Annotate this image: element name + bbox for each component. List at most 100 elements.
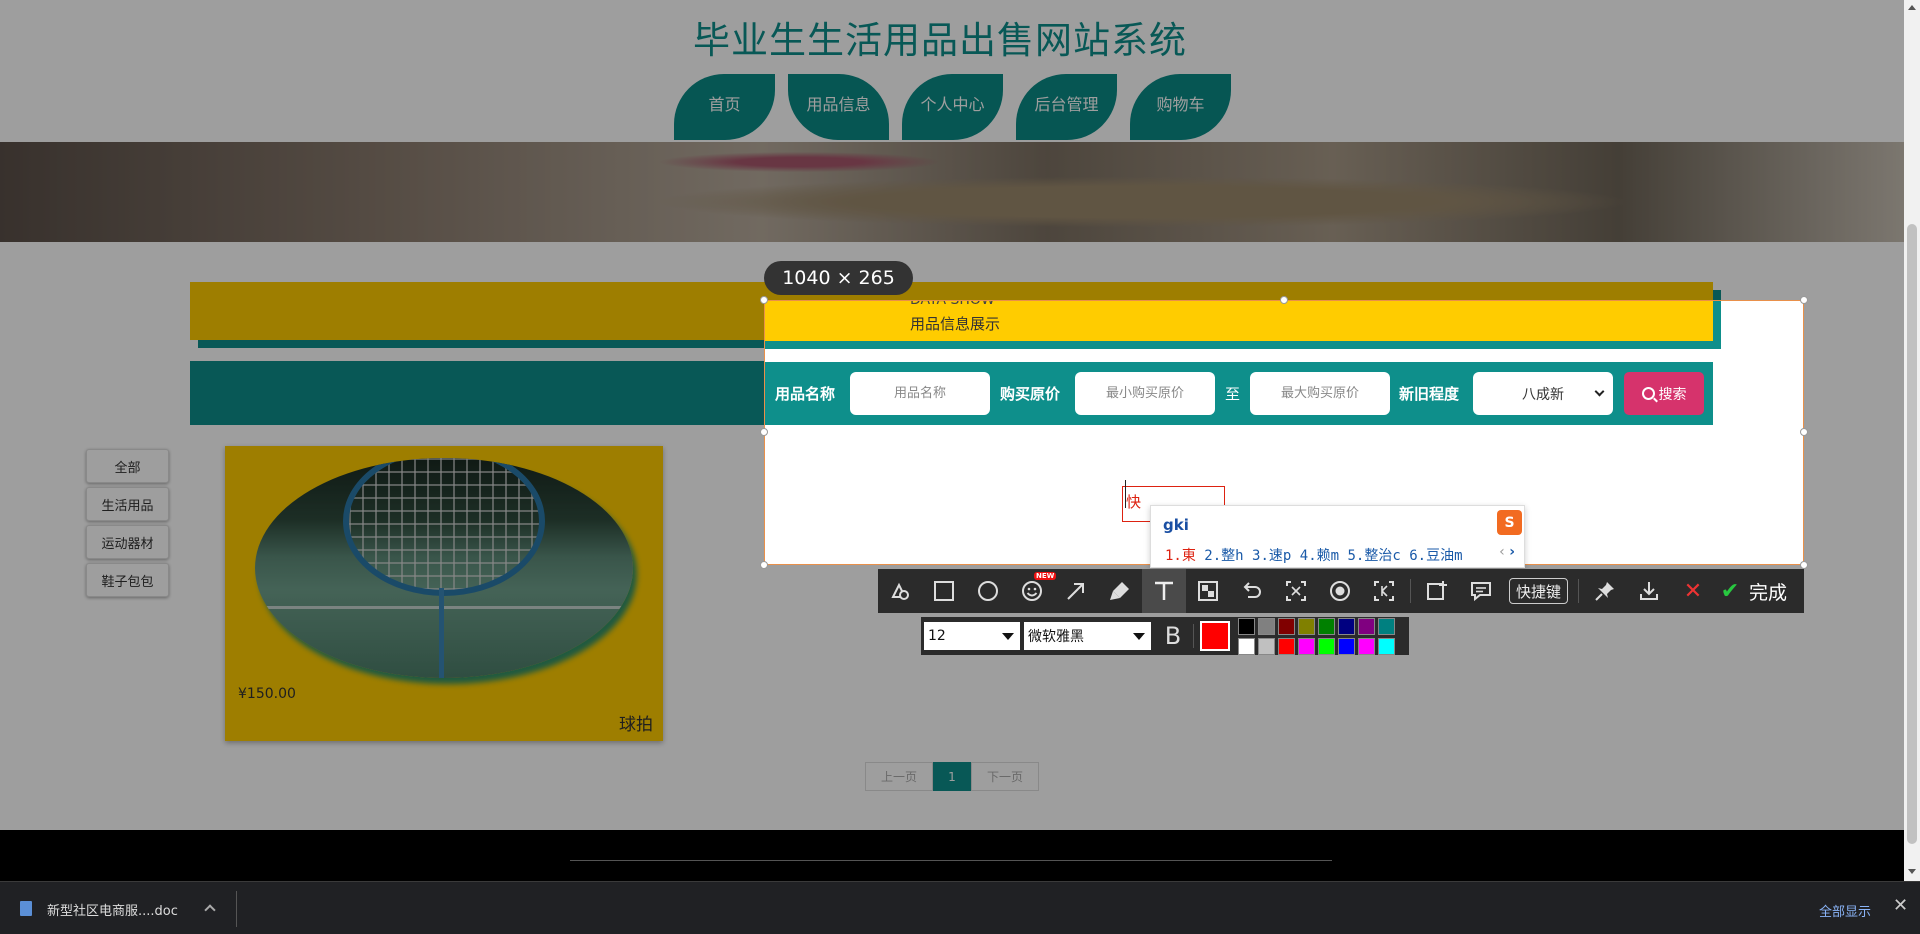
toolbar-separator bbox=[1578, 579, 1580, 603]
download-bar: 新型社区电商服....doc 全部显示 ✕ bbox=[0, 881, 1920, 934]
color-swatch[interactable] bbox=[1298, 637, 1315, 655]
search-bar: 用品名称 购买原价 至 新旧程度 八成新 搜索 bbox=[765, 362, 1713, 425]
ime-candidate[interactable]: 3.速p bbox=[1252, 548, 1291, 564]
condition-label: 新旧程度 bbox=[1399, 385, 1460, 403]
condition-select[interactable]: 八成新 bbox=[1473, 372, 1613, 415]
marker-tool-icon[interactable] bbox=[1098, 569, 1142, 613]
ime-candidate[interactable]: 4.赖m bbox=[1300, 548, 1339, 564]
download-divider bbox=[236, 891, 237, 927]
ime-candidate[interactable]: 1.東 bbox=[1165, 548, 1196, 564]
scrollbar-thumb[interactable] bbox=[1907, 224, 1917, 844]
search-icon bbox=[1641, 387, 1655, 400]
toolbar-separator bbox=[1193, 624, 1194, 648]
color-swatch[interactable] bbox=[1318, 617, 1335, 635]
resize-handle-t[interactable] bbox=[1280, 296, 1288, 304]
ellipse-tool-icon[interactable] bbox=[966, 569, 1010, 613]
chevron-up-icon[interactable] bbox=[204, 904, 216, 916]
ime-page-arrows[interactable]: ‹ › bbox=[1499, 544, 1515, 560]
ime-candidate[interactable]: 6.豆油m bbox=[1409, 548, 1462, 564]
max-price-input[interactable] bbox=[1250, 372, 1390, 415]
selection-size-badge: 1040 × 265 bbox=[764, 261, 913, 295]
color-swatch[interactable] bbox=[1278, 617, 1295, 635]
undo-icon[interactable] bbox=[1230, 569, 1274, 613]
color-swatch[interactable] bbox=[1238, 617, 1255, 635]
font-family-select[interactable]: 微软雅黑 bbox=[1024, 622, 1151, 650]
resize-handle-tl[interactable] bbox=[760, 296, 768, 304]
download-icon[interactable] bbox=[1627, 569, 1671, 613]
close-icon[interactable]: ✕ bbox=[1893, 895, 1908, 916]
color-swatch[interactable] bbox=[1358, 637, 1375, 655]
min-price-input[interactable] bbox=[1075, 372, 1215, 415]
resize-handle-l[interactable] bbox=[760, 428, 768, 436]
dropdown-arrow-icon bbox=[1002, 633, 1014, 640]
document-icon bbox=[20, 901, 32, 916]
add-canvas-icon[interactable] bbox=[1415, 569, 1459, 613]
text-cursor bbox=[1125, 480, 1126, 508]
color-swatch[interactable] bbox=[1338, 637, 1355, 655]
name-input[interactable] bbox=[850, 372, 990, 415]
emoji-tool-icon[interactable]: NEW bbox=[1010, 569, 1057, 613]
color-swatch[interactable] bbox=[1258, 617, 1275, 635]
page-scrollbar[interactable] bbox=[1904, 0, 1920, 881]
resize-handle-br[interactable] bbox=[1800, 561, 1808, 569]
section-header-shadow-edge bbox=[1713, 301, 1721, 349]
font-family-value: 微软雅黑 bbox=[1028, 629, 1084, 645]
chevron-down-icon bbox=[1594, 386, 1605, 397]
shape-tool-icon[interactable] bbox=[878, 569, 922, 613]
pin-icon[interactable] bbox=[1583, 569, 1627, 613]
current-color-swatch[interactable] bbox=[1200, 621, 1230, 651]
ime-candidate[interactable]: 5.整治c bbox=[1348, 548, 1401, 564]
font-size-select[interactable]: 12 bbox=[924, 622, 1020, 650]
ime-candidate[interactable]: 2.整h bbox=[1204, 548, 1243, 564]
arrow-tool-icon[interactable] bbox=[1054, 569, 1098, 613]
capture-toolbar: NEW 快捷键 ✕ ✔ 完成 bbox=[878, 569, 1804, 613]
download-filename[interactable]: 新型社区电商服....doc bbox=[47, 900, 178, 919]
resize-handle-tr[interactable] bbox=[1800, 296, 1808, 304]
color-swatch[interactable] bbox=[1258, 637, 1275, 655]
section-title-en: DATA SHOW bbox=[910, 300, 995, 308]
name-label: 用品名称 bbox=[775, 385, 836, 403]
bold-toggle[interactable]: B bbox=[1155, 622, 1191, 650]
done-button[interactable]: 完成 bbox=[1749, 578, 1787, 605]
confirm-check-icon[interactable]: ✔ bbox=[1715, 569, 1745, 613]
color-swatch[interactable] bbox=[1298, 617, 1315, 635]
ime-candidate-window: gki S 1.東 2.整h 3.速p 4.赖m 5.整治c 6.豆油m ‹ › bbox=[1150, 505, 1525, 568]
section-header-shadow bbox=[765, 341, 1721, 349]
long-screenshot-icon[interactable] bbox=[1362, 569, 1406, 613]
color-swatch[interactable] bbox=[1358, 617, 1375, 635]
section-header-bar-bright bbox=[765, 301, 1713, 341]
ime-candidate-list: 1.東 2.整h 3.速p 4.赖m 5.整治c 6.豆油m bbox=[1165, 545, 1463, 565]
color-swatch[interactable] bbox=[1238, 637, 1255, 655]
color-swatch[interactable] bbox=[1338, 617, 1355, 635]
comment-icon[interactable] bbox=[1459, 569, 1503, 613]
ime-composition: gki bbox=[1163, 516, 1189, 534]
color-swatch[interactable] bbox=[1278, 637, 1295, 655]
color-swatch[interactable] bbox=[1378, 617, 1395, 635]
condition-value: 八成新 bbox=[1522, 386, 1564, 403]
text-tool-options: 12 微软雅黑 B bbox=[921, 617, 1409, 655]
resize-handle-r[interactable] bbox=[1800, 428, 1808, 436]
ime-logo-icon[interactable]: S bbox=[1497, 510, 1522, 535]
scroll-up-arrow-icon[interactable] bbox=[1908, 5, 1916, 10]
text-annotation-content: 快 bbox=[1126, 493, 1142, 511]
show-all-downloads-link[interactable]: 全部显示 bbox=[1819, 901, 1871, 920]
resize-handle-bl[interactable] bbox=[760, 561, 768, 569]
rectangle-tool-icon[interactable] bbox=[922, 569, 966, 613]
color-swatch[interactable] bbox=[1318, 637, 1335, 655]
search-button-label: 搜索 bbox=[1658, 386, 1687, 403]
color-swatch[interactable] bbox=[1378, 637, 1395, 655]
section-title-cn: 用品信息展示 bbox=[910, 315, 1001, 333]
cancel-icon[interactable]: ✕ bbox=[1671, 569, 1715, 613]
toolbar-separator bbox=[1410, 579, 1411, 603]
scroll-down-arrow-icon[interactable] bbox=[1908, 869, 1916, 874]
shortcut-button[interactable]: 快捷键 bbox=[1509, 578, 1569, 604]
to-label: 至 bbox=[1225, 385, 1241, 403]
mosaic-tool-icon[interactable] bbox=[1186, 569, 1230, 613]
ocr-text-icon[interactable] bbox=[1274, 569, 1318, 613]
text-tool-icon[interactable] bbox=[1142, 569, 1186, 613]
search-button[interactable]: 搜索 bbox=[1624, 372, 1704, 415]
font-size-value: 12 bbox=[928, 628, 946, 644]
price-label: 购买原价 bbox=[1000, 385, 1061, 403]
dropdown-arrow-icon bbox=[1133, 633, 1145, 640]
record-icon[interactable] bbox=[1318, 569, 1362, 613]
